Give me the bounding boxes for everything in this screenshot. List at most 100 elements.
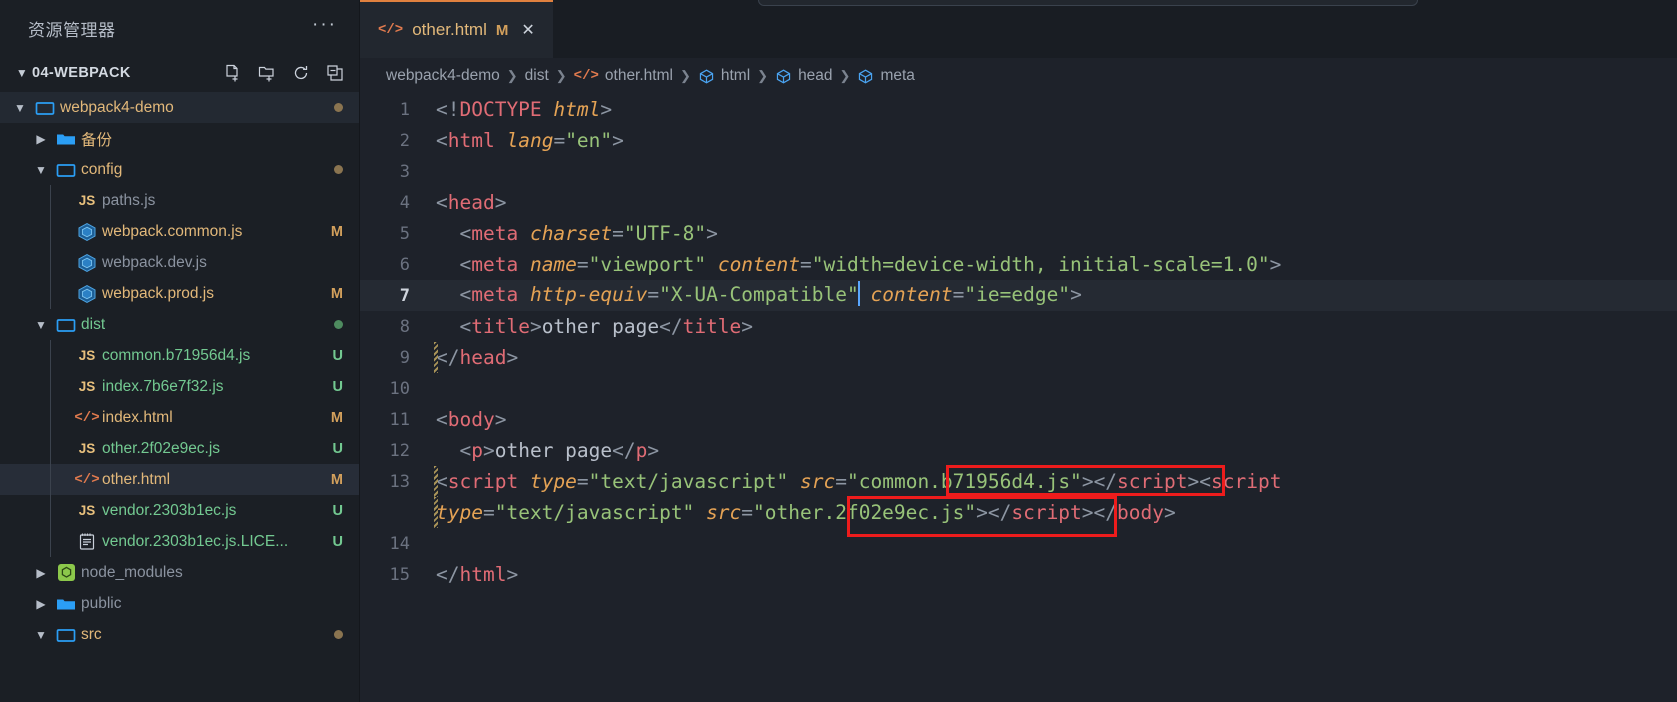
code-line[interactable]: 12 <p>other page</p> bbox=[360, 435, 1677, 466]
tab-other-html[interactable]: </> other.html M ✕ bbox=[360, 0, 553, 58]
code-line[interactable]: 6 <meta name="viewport" content="width=d… bbox=[360, 249, 1677, 280]
indent-guide bbox=[50, 216, 51, 247]
tree-folder-row[interactable]: ▼ config bbox=[0, 154, 359, 185]
token-bracket: > bbox=[600, 98, 613, 121]
breadcrumb[interactable]: webpack4-demo ❯ dist ❯ </> other.html ❯ html ❯ he… bbox=[360, 58, 1677, 94]
git-status-badge: U bbox=[332, 502, 343, 519]
tree-file-row[interactable]: </> other.html M bbox=[0, 464, 359, 495]
close-icon[interactable]: ✕ bbox=[521, 20, 534, 40]
chevron-right-icon[interactable]: ▶ bbox=[31, 597, 51, 611]
tree-file-row[interactable]: JS common.b71956d4.js U bbox=[0, 340, 359, 371]
tree-file-row[interactable]: JS paths.js bbox=[0, 185, 359, 216]
token-bracket: > bbox=[506, 563, 519, 586]
code-line[interactable]: 9 </head> bbox=[360, 342, 1677, 373]
breadcrumb-item[interactable]: </> other.html bbox=[574, 67, 673, 85]
chevron-down-icon[interactable]: ▼ bbox=[10, 101, 30, 115]
token-tag: p bbox=[471, 439, 483, 462]
command-center[interactable] bbox=[758, 0, 1418, 6]
token-tag: meta bbox=[471, 253, 519, 276]
code-line[interactable]: 8 <title>other page</title> bbox=[360, 311, 1677, 342]
line-number: 6 bbox=[399, 254, 410, 275]
new-file-icon[interactable] bbox=[223, 63, 243, 83]
chevron-right-icon[interactable]: ▶ bbox=[31, 566, 51, 580]
tree-file-row[interactable]: webpack.dev.js bbox=[0, 247, 359, 278]
tree-file-row[interactable]: JS index.7b6e7f32.js U bbox=[0, 371, 359, 402]
code-line[interactable]: 7 <meta http-equiv="X-UA-Compatible" con… bbox=[360, 280, 1677, 311]
indent-guide bbox=[50, 526, 51, 557]
tree-file-row[interactable]: webpack.common.js M bbox=[0, 216, 359, 247]
token-tag: body bbox=[447, 408, 495, 431]
chevron-down-icon[interactable]: ▼ bbox=[31, 163, 51, 177]
indent-guide bbox=[50, 340, 51, 371]
line-number: 15 bbox=[389, 564, 410, 585]
breadcrumb-item[interactable]: webpack4-demo bbox=[386, 67, 500, 85]
tree-folder-row[interactable]: ▼ src bbox=[0, 619, 359, 650]
js-icon: JS bbox=[78, 503, 96, 518]
token-eq: = bbox=[612, 222, 624, 245]
editor-tab-bar: </> other.html M ✕ bbox=[360, 0, 1677, 58]
refresh-icon[interactable] bbox=[291, 63, 311, 83]
chevron-down-icon[interactable]: ▼ bbox=[12, 66, 32, 80]
breadcrumb-item[interactable]: head bbox=[775, 67, 833, 85]
token-attr: charset bbox=[529, 222, 613, 245]
token-bracket: > bbox=[1269, 253, 1282, 276]
webpack-icon bbox=[72, 222, 102, 242]
breadcrumb-item[interactable]: dist bbox=[525, 67, 549, 85]
token-bracket: </ bbox=[987, 501, 1012, 524]
tree-file-row[interactable]: vendor.2303b1ec.js.LICE... U bbox=[0, 526, 359, 557]
tree-item-label: index.7b6e7f32.js bbox=[102, 377, 224, 395]
token-attr: name bbox=[529, 253, 577, 276]
tree-folder-row[interactable]: ▼ dist bbox=[0, 309, 359, 340]
token-attr: type bbox=[436, 501, 483, 524]
code-line[interactable]: 14 bbox=[360, 528, 1677, 559]
breadcrumb-item[interactable]: meta bbox=[857, 67, 915, 85]
tree-folder-row[interactable]: ▶ 备份 bbox=[0, 123, 359, 154]
tree-file-row[interactable]: JS vendor.2303b1ec.js U bbox=[0, 495, 359, 526]
token-doct: DOCTYPE bbox=[459, 98, 542, 121]
tree-folder-row[interactable]: ▼ webpack4-demo bbox=[0, 92, 359, 123]
code-line[interactable]: 13 <script type="text/javascript" src="co… bbox=[360, 466, 1677, 497]
code-line[interactable]: 10 bbox=[360, 373, 1677, 404]
workspace-section-header[interactable]: ▼ 04-WEBPACK bbox=[0, 56, 359, 90]
tree-file-row[interactable]: JS other.2f02e9ec.js U bbox=[0, 433, 359, 464]
token-bracket: < bbox=[436, 408, 448, 431]
tree-file-row[interactable]: webpack.prod.js M bbox=[0, 278, 359, 309]
tree-folder-row[interactable]: ▶ node_modules bbox=[0, 557, 359, 588]
git-status-badge: M bbox=[330, 285, 343, 302]
chevron-right-icon[interactable]: ▶ bbox=[31, 132, 51, 146]
token-txt: other page bbox=[541, 315, 660, 338]
token-str: "viewport" bbox=[588, 253, 707, 276]
code-line[interactable]: 11 <body> bbox=[360, 404, 1677, 435]
file-tree[interactable]: ▼ webpack4-demo ▶ 备份 ▼ config JS paths.js webpac… bbox=[0, 90, 359, 702]
code-line[interactable]: 2 <html lang="en"> bbox=[360, 125, 1677, 156]
indent-guide bbox=[50, 185, 51, 216]
token-bracket: </ bbox=[436, 563, 460, 586]
token-tag: body bbox=[1117, 501, 1164, 524]
code-line[interactable]: type="text/javascript" src="other.2f02e9… bbox=[360, 497, 1677, 528]
token-attr: src bbox=[800, 470, 836, 493]
tree-item-label: webpack4-demo bbox=[60, 98, 174, 116]
collapse-all-icon[interactable] bbox=[325, 63, 345, 83]
line-number: 3 bbox=[399, 161, 410, 182]
token-bracket: < bbox=[459, 315, 472, 338]
diff-modified-marker bbox=[434, 342, 438, 373]
code-lines[interactable]: 1 <!DOCTYPE html> 2 <html lang="en"> 3 4 <head… bbox=[360, 94, 1677, 590]
code-line[interactable]: 4 <head> bbox=[360, 187, 1677, 218]
chevron-down-icon[interactable]: ▼ bbox=[31, 318, 51, 332]
webpack-icon bbox=[72, 253, 102, 273]
tree-item-label: webpack.prod.js bbox=[102, 284, 215, 302]
code-editor[interactable]: 1 <!DOCTYPE html> 2 <html lang="en"> 3 4 <head… bbox=[360, 94, 1677, 702]
explorer-more-actions-icon[interactable]: ··· bbox=[312, 15, 337, 36]
tree-folder-row[interactable]: ▶ public bbox=[0, 588, 359, 619]
chevron-down-icon[interactable]: ▼ bbox=[31, 628, 51, 642]
code-text: type="text/javascript" src="other.2f02e9… bbox=[422, 501, 1176, 524]
code-line[interactable]: 3 bbox=[360, 156, 1677, 187]
code-line[interactable]: 15 </html> bbox=[360, 559, 1677, 590]
tree-file-row[interactable]: </> index.html M bbox=[0, 402, 359, 433]
code-line[interactable]: 1 <!DOCTYPE html> bbox=[360, 94, 1677, 125]
code-line[interactable]: 5 <meta charset="UTF-8"> bbox=[360, 218, 1677, 249]
new-folder-icon[interactable] bbox=[257, 63, 277, 83]
breadcrumb-item[interactable]: html bbox=[698, 67, 750, 85]
